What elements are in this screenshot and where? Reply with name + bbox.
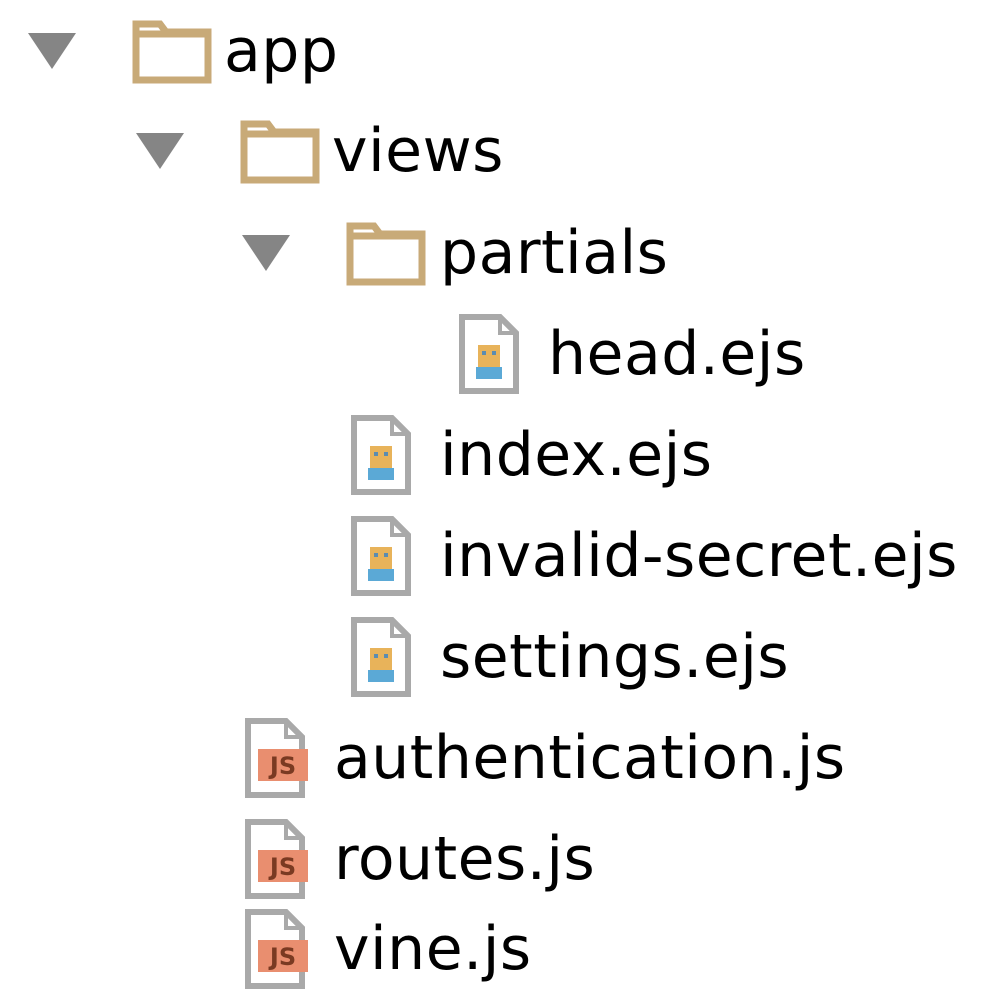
tree-item-label: partials (440, 218, 669, 288)
ejs-file-icon (350, 505, 412, 607)
expand-triangle-icon[interactable] (130, 100, 190, 202)
tree-item-label: vine.js (334, 914, 532, 984)
folder-icon (346, 202, 426, 304)
tree-row-settings-ejs[interactable]: settings.ejs (0, 606, 981, 708)
tree-item-label: index.ejs (440, 420, 713, 490)
tree-row-index-ejs[interactable]: index.ejs (0, 404, 981, 506)
ejs-file-icon (350, 404, 412, 506)
js-file-icon: JS (244, 808, 310, 910)
js-file-icon: JS (244, 707, 310, 809)
js-badge-text: JS (268, 943, 296, 971)
tree-row-vine-js[interactable]: JS vine.js (0, 898, 981, 1000)
js-badge-text: JS (268, 853, 296, 881)
tree-item-label: invalid-secret.ejs (440, 521, 958, 591)
tree-row-app[interactable]: app (0, 0, 981, 102)
tree-row-routes-js[interactable]: JS routes.js (0, 808, 981, 910)
js-file-icon: JS (244, 898, 310, 1000)
folder-icon (240, 100, 320, 202)
tree-item-label: settings.ejs (440, 622, 790, 692)
ejs-file-icon (458, 303, 520, 405)
expand-triangle-icon[interactable] (236, 202, 296, 304)
tree-row-partials[interactable]: partials (0, 202, 981, 304)
tree-row-invalid-secret-ejs[interactable]: invalid-secret.ejs (0, 505, 981, 607)
tree-row-head-ejs[interactable]: head.ejs (0, 303, 981, 405)
tree-item-label: routes.js (334, 824, 596, 894)
tree-row-views[interactable]: views (0, 100, 981, 202)
js-badge-text: JS (268, 752, 296, 780)
ejs-file-icon (350, 606, 412, 708)
expand-triangle-icon[interactable] (22, 0, 82, 102)
tree-item-label: authentication.js (334, 723, 846, 793)
project-file-tree: app views partials head.ejs index.ejs in… (0, 0, 981, 994)
tree-item-label: views (332, 116, 504, 186)
tree-item-label: app (224, 16, 339, 86)
folder-icon (132, 0, 212, 102)
tree-item-label: head.ejs (548, 319, 806, 389)
tree-row-authentication-js[interactable]: JS authentication.js (0, 707, 981, 809)
